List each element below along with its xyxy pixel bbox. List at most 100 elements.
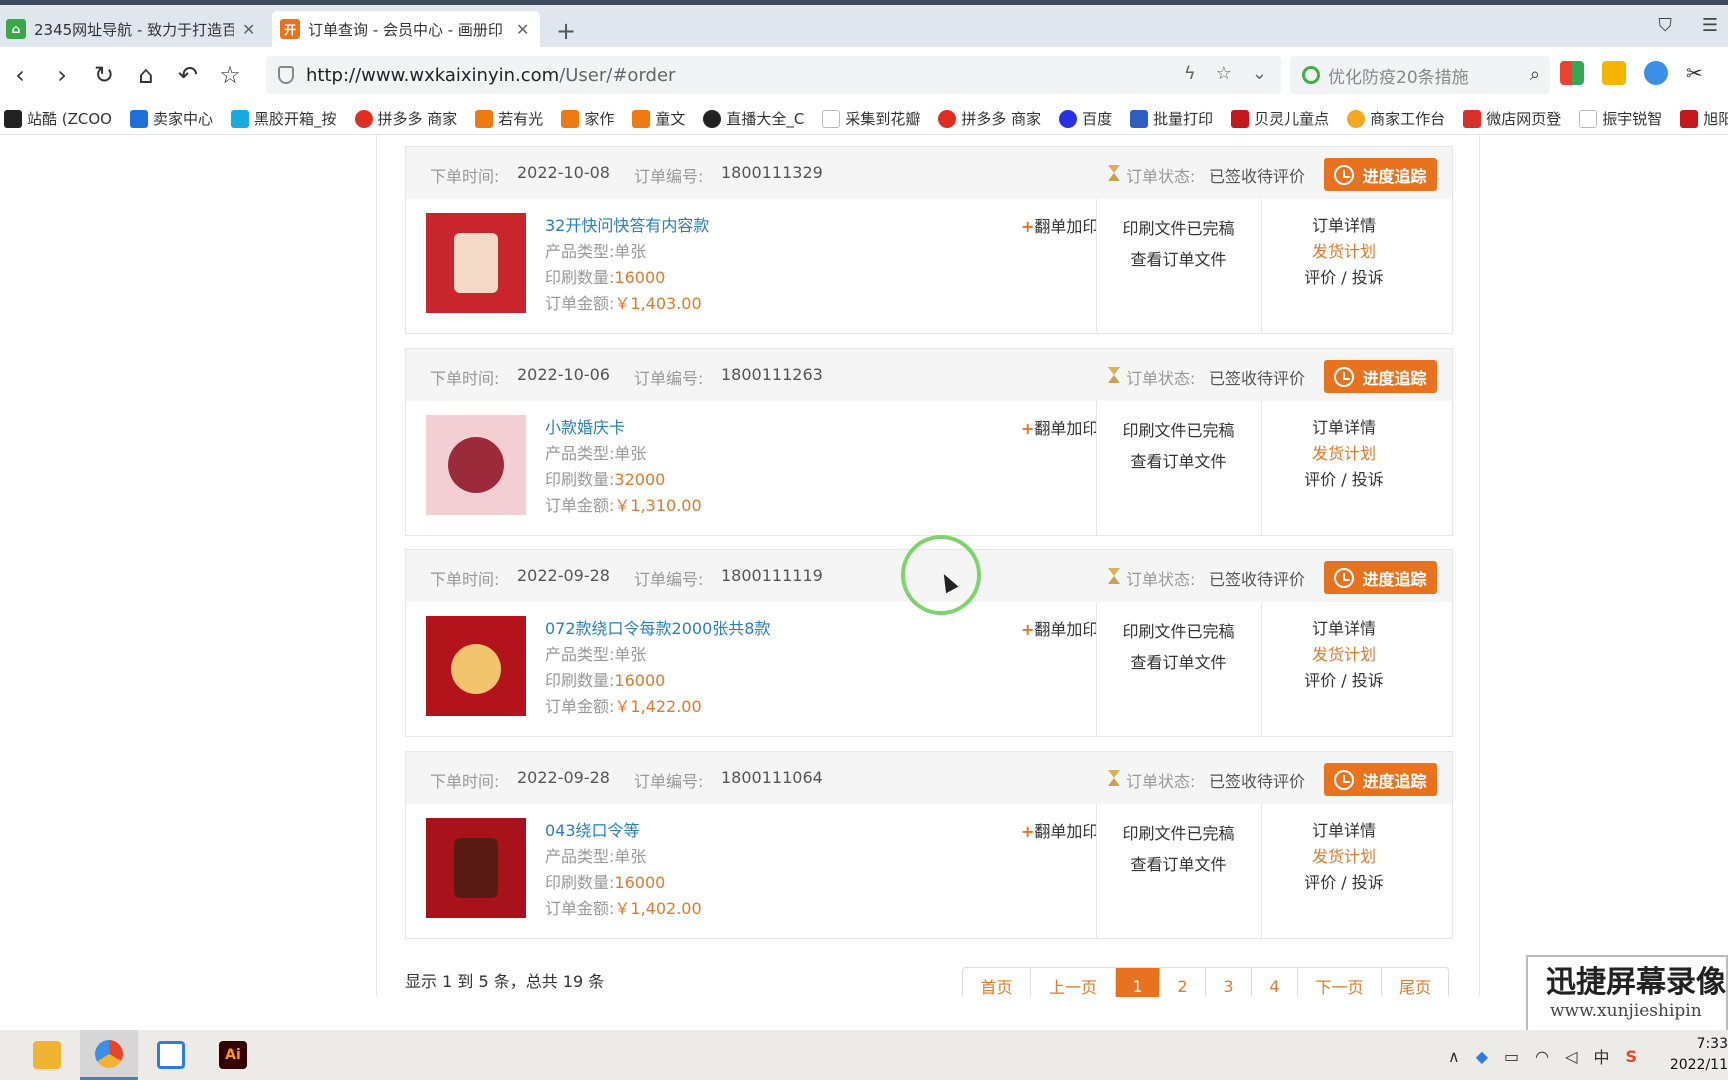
order-detail-link[interactable]: 订单详情 [1261,818,1427,844]
page-1[interactable]: 1 [1116,968,1160,997]
bookmark-item[interactable]: 黑胶开箱_按 [231,108,337,129]
product-name-link[interactable]: 32开快问快答有内容款 [545,213,709,239]
extension-icon[interactable] [1602,61,1626,85]
favorite-star-icon[interactable]: ☆ [1216,63,1232,84]
track-progress-button[interactable]: 进度追踪 [1324,360,1437,393]
view-files-link[interactable]: 查看订单文件 [1096,244,1261,275]
review-complain-link[interactable]: 评价 / 投诉 [1261,668,1427,694]
reload-icon[interactable]: ↻ [88,59,120,91]
bookmark-item[interactable]: 拼多多 商家 [354,108,457,129]
bookmark-item[interactable]: 采集到花瓣 [822,108,920,129]
review-complain-link[interactable]: 评价 / 投诉 [1261,870,1427,896]
product-name-link[interactable]: 小款婚庆卡 [545,415,702,441]
chevron-up-icon[interactable]: ∧ [1448,1047,1460,1066]
page-3[interactable]: 3 [1206,968,1252,997]
tab-order-query[interactable]: 开 订单查询 - 会员中心 - 画册印 ✕ [272,11,540,47]
apps-grid-icon[interactable] [1560,61,1584,85]
order-amount: ￥1,422.00 [614,697,702,716]
bookmark-item[interactable]: 商家工作台 [1347,108,1445,129]
bookmark-item[interactable]: 卖家中心 [129,108,213,129]
system-clock[interactable]: 7:33 2022/11 [1660,1034,1728,1076]
bookmark-item[interactable]: 站酷 (ZCOO [4,108,112,129]
track-progress-button[interactable]: 进度追踪 [1324,763,1437,796]
back-icon[interactable]: ‹ [4,59,36,91]
star-icon[interactable]: ☆ [214,59,246,91]
taskbar-app-illustrator[interactable]: Ai [204,1030,262,1080]
product-thumbnail[interactable] [426,818,526,918]
close-icon[interactable]: ✕ [242,20,255,39]
product-thumbnail[interactable] [426,415,526,515]
ship-plan-link[interactable]: 发货计划 [1261,239,1427,265]
ime-indicator[interactable]: 中 [1593,1044,1609,1068]
reprint-link[interactable]: +翻单加印 [1021,213,1098,237]
view-files-link[interactable]: 查看订单文件 [1096,647,1261,678]
reprint-link[interactable]: +翻单加印 [1021,616,1098,640]
close-icon[interactable]: ✕ [516,20,529,39]
order-status-label: 订单状态: [1126,369,1196,388]
tray-app-icon[interactable]: ◆ [1476,1047,1488,1066]
chevron-down-icon[interactable]: ⌄ [1252,63,1267,84]
bookmark-item[interactable]: 贝灵儿童点 [1231,108,1329,129]
taskbar-app-netdisk[interactable] [142,1030,200,1080]
battery-icon[interactable]: ▭ [1504,1047,1519,1066]
review-complain-link[interactable]: 评价 / 投诉 [1261,467,1427,493]
page-icon [1579,109,1598,128]
search-input[interactable]: 优化防疫20条措施 ⌕ [1290,56,1550,94]
sogou-ime-icon[interactable]: S [1625,1047,1637,1066]
bookmark-item[interactable]: 家作 [561,108,614,129]
reprint-link[interactable]: +翻单加印 [1021,415,1098,439]
page-next[interactable]: 下一页 [1298,968,1382,997]
product-thumbnail[interactable] [426,616,526,716]
shirt-icon[interactable]: ⛉ [1658,15,1672,36]
order-detail-link[interactable]: 订单详情 [1261,415,1427,441]
page-4[interactable]: 4 [1252,968,1298,997]
taskbar-app-browser[interactable] [80,1030,138,1080]
ship-plan-link[interactable]: 发货计划 [1261,441,1427,467]
tab-2345[interactable]: ⌂ 2345网址导航 - 致力于打造百 ✕ [0,11,272,47]
ship-plan-link[interactable]: 发货计划 [1261,642,1427,668]
page-2[interactable]: 2 [1160,968,1206,997]
undo-icon[interactable]: ↶ [172,59,204,91]
order-header: 下单时间: 2022-09-28 订单编号: 1800111064 订单状态: … [406,752,1452,804]
track-progress-button[interactable]: 进度追踪 [1324,158,1437,191]
order-detail-link[interactable]: 订单详情 [1261,213,1427,239]
bookmark-item[interactable]: 若有光 [475,108,543,129]
taskbar-app-file-explorer[interactable] [18,1030,76,1080]
forward-icon[interactable]: › [46,59,78,91]
page-prev[interactable]: 上一页 [1031,968,1116,997]
order-detail-link[interactable]: 订单详情 [1261,616,1427,642]
menu-icon[interactable]: ☰ [1702,15,1718,36]
search-icon[interactable]: ⌕ [1530,64,1540,85]
files-column: 印刷文件已完稿 查看订单文件 [1096,213,1261,275]
order-card: 下单时间: 2022-10-08 订单编号: 1800111329 订单状态: … [405,146,1453,334]
extension-icon[interactable] [1644,61,1668,85]
product-name-link[interactable]: 072款绕口令每款2000张共8款 [545,616,770,642]
track-progress-button[interactable]: 进度追踪 [1324,561,1437,594]
view-files-link[interactable]: 查看订单文件 [1096,849,1261,880]
bookmark-item[interactable]: 批量打印 [1130,108,1213,129]
address-bar[interactable]: http://www.wxkaixinyin.com /User/#order … [266,56,1281,94]
url-host: http://www.wxkaixinyin.com [306,64,560,86]
bookmark-item[interactable]: 拼多多 商家 [938,108,1041,129]
volume-icon[interactable]: ◁ [1565,1047,1577,1066]
review-complain-link[interactable]: 评价 / 投诉 [1261,265,1427,291]
home-icon[interactable]: ⌂ [130,59,162,91]
bookmark-item[interactable]: 振宇锐智 [1579,108,1662,129]
product-name-link[interactable]: 043绕口令等 [545,818,702,844]
view-files-link[interactable]: 查看订单文件 [1096,446,1261,477]
bookmark-item[interactable]: 童文 [632,108,685,129]
bookmark-item[interactable]: 微店网页登 [1463,108,1561,129]
page-first[interactable]: 首页 [963,968,1031,997]
tab-bar: ⌂ 2345网址导航 - 致力于打造百 ✕ 开 订单查询 - 会员中心 - 画册… [0,5,1728,47]
lightning-icon[interactable]: ϟ [1184,63,1196,84]
wifi-icon[interactable]: ◠ [1535,1047,1549,1066]
bookmark-item[interactable]: 旭阳印 [1680,108,1728,129]
scissors-icon[interactable]: ✂ [1686,61,1710,85]
product-thumbnail[interactable] [426,213,526,313]
reprint-link[interactable]: +翻单加印 [1021,818,1098,842]
bookmark-item[interactable]: 直播大全_C [703,108,804,129]
bookmark-item[interactable]: 百度 [1059,108,1112,129]
page-last[interactable]: 尾页 [1382,968,1448,997]
ship-plan-link[interactable]: 发货计划 [1261,844,1427,870]
new-tab-button[interactable]: + [556,17,576,45]
